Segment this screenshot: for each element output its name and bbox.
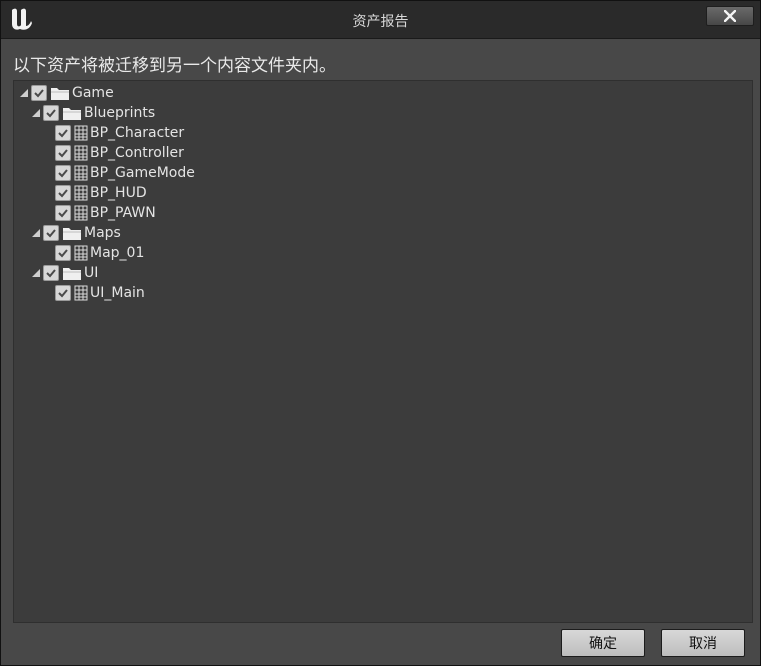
tree-row-ui-main: UI_Main	[55, 283, 145, 303]
cancel-button[interactable]: 取消	[661, 629, 745, 657]
tree-row-bp-pawn: BP_PAWN	[55, 203, 156, 223]
checkbox-bp-pawn[interactable]	[55, 205, 71, 221]
tree-row-blueprints: Blueprints	[31, 103, 155, 123]
checkbox-map-01[interactable]	[55, 245, 71, 261]
checkmark-icon	[58, 129, 68, 138]
checkbox-bp-gamemode[interactable]	[55, 165, 71, 181]
tree-label-bp-character[interactable]: BP_Character	[90, 125, 184, 141]
asset-grid-icon	[74, 125, 88, 141]
tree-row-bp-character: BP_Character	[55, 123, 184, 143]
tree-label-ui-main[interactable]: UI_Main	[90, 285, 145, 301]
expanded-arrow-icon[interactable]	[31, 268, 41, 278]
checkmark-icon	[58, 149, 68, 158]
expanded-arrow-icon[interactable]	[31, 108, 41, 118]
checkbox-game[interactable]	[31, 85, 47, 101]
asset-grid-icon	[74, 165, 88, 181]
asset-grid-icon	[74, 205, 88, 221]
tree-row-bp-hud: BP_HUD	[55, 183, 147, 203]
tree-label-bp-hud[interactable]: BP_HUD	[90, 185, 147, 201]
folder-icon	[63, 228, 81, 240]
tree-label-game[interactable]: Game	[72, 85, 114, 101]
checkbox-ui-main[interactable]	[55, 285, 71, 301]
checkbox-bp-controller[interactable]	[55, 145, 71, 161]
tree-label-blueprints[interactable]: Blueprints	[84, 105, 155, 121]
checkmark-icon	[46, 269, 56, 278]
checkbox-ui[interactable]	[43, 265, 59, 281]
asset-grid-icon	[74, 185, 88, 201]
checkbox-maps[interactable]	[43, 225, 59, 241]
asset-grid-icon	[74, 285, 88, 301]
checkbox-bp-hud[interactable]	[55, 185, 71, 201]
expanded-arrow-icon[interactable]	[19, 88, 29, 98]
checkmark-icon	[46, 109, 56, 118]
asset-grid-icon	[74, 145, 88, 161]
asset-grid-icon	[74, 245, 88, 261]
checkmark-icon	[58, 289, 68, 298]
checkmark-icon	[58, 249, 68, 258]
checkbox-blueprints[interactable]	[43, 105, 59, 121]
tree-label-maps[interactable]: Maps	[84, 225, 121, 241]
tree-label-bp-controller[interactable]: BP_Controller	[90, 145, 184, 161]
tree-row-game: Game	[19, 83, 114, 103]
asset-tree: Game Blueprints BP_Character BP_Controll…	[13, 80, 753, 623]
migration-message: 以下资产将被迁移到另一个内容文件夹内。	[13, 56, 336, 76]
tree-row-ui: UI	[31, 263, 98, 283]
expanded-arrow-icon[interactable]	[31, 228, 41, 238]
window-title: 资产报告	[352, 14, 409, 30]
checkmark-icon	[58, 209, 68, 218]
tree-label-ui[interactable]: UI	[84, 265, 98, 281]
ok-button[interactable]: 确定	[561, 629, 645, 657]
tree-label-bp-pawn[interactable]: BP_PAWN	[90, 205, 156, 221]
folder-icon	[63, 108, 81, 120]
checkmark-icon	[58, 169, 68, 178]
asset-report-dialog: 资产报告 以下资产将被迁移到另一个内容文件夹内。 Game Blueprints	[0, 0, 761, 666]
tree-row-map-01: Map_01	[55, 243, 144, 263]
folder-icon	[63, 268, 81, 280]
title-bar[interactable]: 资产报告	[1, 1, 760, 39]
folder-icon	[51, 88, 69, 100]
tree-row-bp-controller: BP_Controller	[55, 143, 184, 163]
tree-row-bp-gamemode: BP_GameMode	[55, 163, 195, 183]
close-icon	[724, 10, 736, 22]
checkmark-icon	[46, 229, 56, 238]
tree-row-maps: Maps	[31, 223, 121, 243]
checkmark-icon	[34, 89, 44, 98]
tree-label-bp-gamemode[interactable]: BP_GameMode	[90, 165, 195, 181]
tree-label-map-01[interactable]: Map_01	[90, 245, 144, 261]
checkbox-bp-character[interactable]	[55, 125, 71, 141]
checkmark-icon	[58, 189, 68, 198]
close-button[interactable]	[706, 6, 754, 26]
